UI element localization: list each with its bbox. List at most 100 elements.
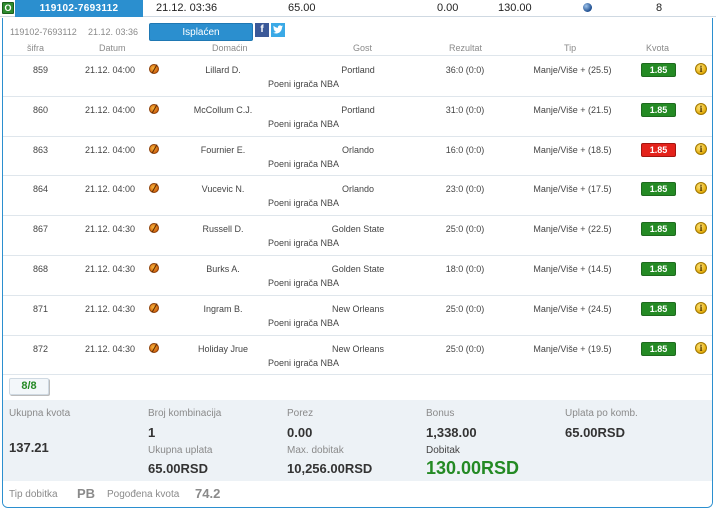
ticket-list-win: 130.00 (498, 2, 532, 14)
bet-away: Golden State (331, 263, 385, 274)
bet-date: 21.12. 04:00 (85, 104, 136, 115)
bet-odds-badge: 1.85 (641, 222, 676, 237)
ticket-id: 119102-7693112 (10, 27, 77, 37)
bet-market: Poeni igrača NBA (268, 118, 340, 129)
bet-result: 23:0 (0:0) (445, 184, 485, 195)
bet-date: 21.12. 04:00 (85, 144, 136, 155)
bet-home: Fournier E. (200, 144, 246, 155)
bet-odds-badge: 1.85 (641, 182, 676, 197)
bet-date: 21.12. 04:30 (85, 303, 136, 314)
bet-code: 860 (33, 104, 49, 115)
info-icon[interactable]: i (695, 222, 707, 235)
bet-code: 859 (33, 65, 49, 75)
ticket-date: 21.12. 03:36 (88, 27, 139, 37)
bet-home: Vucevic N. (201, 184, 245, 195)
bets-table-body: 859 21.12. 04:00 Lillard D. Portland Poeni i… (3, 57, 712, 376)
bet-away: Portland (341, 104, 375, 115)
bet-away: New Orleans (331, 303, 385, 314)
bet-code: 863 (33, 144, 49, 155)
bet-tip: Manje/Više + (24.5) (533, 303, 612, 314)
bet-odds-badge: 1.85 (641, 341, 676, 356)
bet-market: Poeni igrača NBA (268, 238, 340, 249)
info-icon[interactable]: i (695, 142, 707, 155)
porez-label: Porez (287, 408, 314, 419)
header-kvota: Kvota (646, 43, 670, 53)
ticket-status-button[interactable]: Isplaćen (149, 23, 253, 41)
bet-tip: Manje/Više + (17.5) (533, 184, 612, 195)
bet-date: 21.12. 04:30 (85, 224, 136, 235)
pogodena-kvota-value: 74.2 (195, 486, 221, 501)
bet-result: 25:0 (0:0) (445, 224, 485, 235)
bet-date: 21.12. 04:00 (85, 65, 136, 75)
basketball-icon (149, 103, 159, 114)
bet-row: 863 21.12. 04:00 Fournier E. Orlando Poeni i… (3, 137, 712, 177)
basketball-icon (149, 302, 159, 313)
bet-code: 867 (33, 224, 49, 235)
bet-row: 871 21.12. 04:30 Ingram B. New Orleans Poeni… (3, 296, 712, 336)
bet-result: 25:0 (0:0) (445, 303, 485, 314)
header-rezultat: Rezultat (449, 43, 483, 53)
ticket-number-tab[interactable]: 119102-7693112 (15, 0, 143, 17)
basketball-icon (149, 143, 159, 154)
bet-market: Poeni igrača NBA (268, 317, 340, 328)
matches-count-badge: 8/8 (9, 378, 49, 395)
info-icon[interactable]: i (695, 341, 707, 354)
ticket-type-badge: O (2, 2, 14, 14)
info-icon[interactable]: i (695, 182, 707, 195)
bet-date: 21.12. 04:30 (85, 343, 136, 354)
bet-market: Poeni igrača NBA (268, 357, 340, 368)
status-dot-icon (583, 3, 592, 12)
bet-odds-badge: 1.85 (641, 261, 676, 276)
basketball-icon (149, 183, 159, 194)
bet-home: Lillard D. (205, 65, 241, 75)
broj-kombinacija-label: Broj kombinacija (148, 408, 222, 419)
header-sifra: šifra (27, 43, 45, 53)
broj-kombinacija-value: 1 (148, 425, 156, 440)
bet-odds-badge: 1.85 (641, 301, 676, 316)
max-dobitak-value: 10,256.00RSD (287, 461, 373, 476)
max-dobitak-label: Max. dobitak (287, 445, 344, 456)
ukupna-uplata-label: Ukupna uplata (148, 445, 213, 456)
bet-away: Golden State (331, 224, 385, 235)
info-icon[interactable]: i (695, 102, 707, 115)
ticket-list-date: 21.12. 03:36 (156, 2, 218, 14)
facebook-share-icon[interactable]: f (255, 23, 269, 37)
bet-home: Russell D. (202, 224, 244, 235)
bet-result: 31:0 (0:0) (445, 104, 485, 115)
dobitak-label: Dobitak (426, 445, 460, 456)
bet-result: 18:0 (0:0) (445, 263, 485, 274)
info-icon[interactable]: i (695, 301, 707, 314)
twitter-share-icon[interactable] (271, 23, 285, 37)
uplata-po-komb-value: 65.00RSD (565, 425, 625, 440)
bet-tip: Manje/Više + (14.5) (533, 263, 612, 274)
bet-code: 868 (33, 263, 49, 274)
bet-home: Burks A. (206, 263, 240, 274)
bet-away: Orlando (341, 184, 375, 195)
bet-row: 867 21.12. 04:30 Russell D. Golden State Poe… (3, 216, 712, 256)
basketball-icon (149, 64, 159, 74)
bet-tip: Manje/Više + (19.5) (533, 343, 612, 354)
basketball-icon (149, 262, 159, 273)
ticket-detail-panel: 119102-7693112 21.12. 03:36 Isplaćen f š… (2, 18, 713, 508)
info-icon[interactable]: i (695, 63, 707, 75)
info-icon[interactable]: i (695, 261, 707, 274)
ticket-list-row[interactable]: O 119102-7693112 21.12. 03:36 65.00 0.00… (0, 0, 716, 17)
bets-table-header: šifra Datum Domaćin Gost Rezultat Tip Kv… (3, 42, 712, 56)
header-tip: Tip (564, 43, 577, 53)
bet-away: Orlando (341, 144, 375, 155)
header-datum: Datum (99, 43, 126, 53)
bet-row: 864 21.12. 04:00 Vucevic N. Orlando Poeni ig… (3, 176, 712, 217)
bet-result: 16:0 (0:0) (445, 144, 485, 155)
header-domacin: Domaćin (212, 43, 248, 53)
tip-dobitka-label: Tip dobitka (9, 489, 58, 500)
pogodena-kvota-label: Pogođena kvota (107, 489, 180, 500)
ticket-list-tax: 0.00 (437, 2, 459, 14)
porez-value: 0.00 (287, 425, 313, 440)
bet-row: 859 21.12. 04:00 Lillard D. Portland Poeni i… (3, 57, 712, 97)
basketball-icon (149, 342, 159, 353)
bet-result: 36:0 (0:0) (445, 65, 485, 75)
bet-row: 860 21.12. 04:00 McCollum C.J. Portland Poen… (3, 97, 712, 137)
ticket-footer: Tip dobitka PB Pogođena kvota 74.2 (3, 481, 712, 507)
bet-row: 868 21.12. 04:30 Burks A. Golden State Poeni… (3, 256, 712, 296)
bonus-label: Bonus (426, 408, 455, 419)
